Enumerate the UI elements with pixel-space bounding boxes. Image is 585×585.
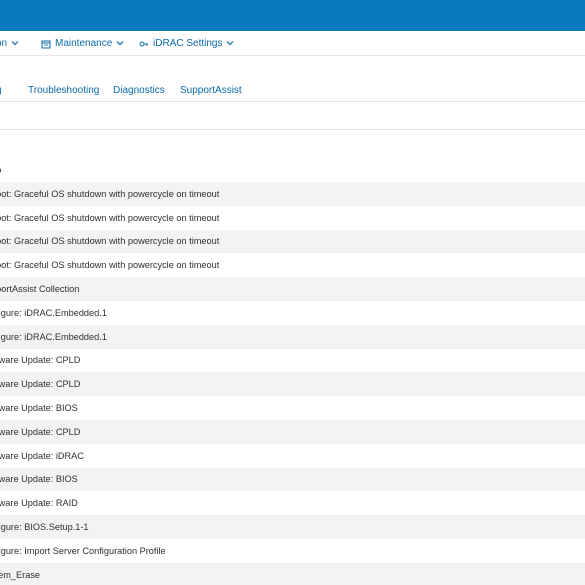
table-row[interactable]: mware Update: BIOS — [0, 467, 585, 492]
job-name: nfigure: iDRAC.Embedded.1 — [0, 307, 107, 318]
table-row[interactable]: boot: Graceful OS shutdown with powercyc… — [0, 253, 585, 277]
table-row[interactable]: boot: Graceful OS shutdown with powercyc… — [0, 229, 585, 254]
tab-diagnostics[interactable]: Diagnostics — [113, 80, 165, 100]
menu-item-idrac-settings[interactable]: iDRAC Settings — [139, 31, 234, 56]
column-header-job: o — [0, 165, 1, 176]
job-name: mware Update: CPLD — [0, 426, 81, 437]
job-name: nfigure: iDRAC.Embedded.1 — [0, 331, 107, 342]
table-row[interactable]: nfigure: iDRAC.Embedded.1 — [0, 301, 585, 325]
table-row[interactable]: mware Update: CPLD — [0, 419, 585, 444]
main-menu: on Maintenance iDRAC Settings — [0, 31, 585, 56]
table-row[interactable]: boot: Graceful OS shutdown with powercyc… — [0, 206, 585, 230]
menu-item-label: on — [0, 38, 8, 49]
table-row[interactable]: mware Update: CPLD — [0, 372, 585, 397]
table-row[interactable]: boot: Graceful OS shutdown with powercyc… — [0, 182, 585, 206]
table-row[interactable]: mware Update: iDRAC — [0, 444, 585, 468]
menu-item-maintenance[interactable]: Maintenance — [41, 31, 124, 56]
menu-item-label: Maintenance — [55, 38, 113, 49]
table-row[interactable]: stem_Erase — [0, 562, 585, 585]
job-name: mware Update: BIOS — [0, 403, 78, 414]
table-row[interactable]: mware Update: BIOS — [0, 396, 585, 420]
job-name: pportAssist Collection — [0, 284, 80, 295]
job-name: stem_Erase — [0, 569, 41, 580]
chevron-down-icon — [11, 40, 19, 45]
table-row[interactable]: pportAssist Collection — [0, 277, 585, 301]
tab-logs[interactable]: g — [0, 80, 2, 100]
top-banner — [0, 0, 585, 31]
table-row[interactable]: nfigure: BIOS.Setup.1-1 — [0, 515, 585, 539]
tab-supportassist[interactable]: SupportAssist — [180, 80, 242, 100]
job-name: mware Update: CPLD — [0, 355, 81, 366]
tab-bar: g Troubleshooting Diagnostics SupportAss… — [0, 80, 585, 100]
table-header: o — [0, 158, 585, 182]
divider — [0, 101, 585, 102]
table-row[interactable]: nfigure: iDRAC.Embedded.1 — [0, 324, 585, 349]
key-icon — [139, 41, 148, 46]
job-name: boot: Graceful OS shutdown with powercyc… — [0, 212, 220, 223]
calendar-icon — [41, 40, 51, 48]
tab-troubleshooting[interactable]: Troubleshooting — [28, 80, 99, 100]
table-row[interactable]: mware Update: CPLD — [0, 349, 585, 373]
chevron-down-icon — [227, 40, 234, 45]
job-name: nfigure: BIOS.Setup.1-1 — [0, 522, 89, 533]
job-name: mware Update: BIOS — [0, 474, 78, 485]
job-name: nfigure: Import Server Configuration Pro… — [0, 545, 166, 556]
job-queue-table: o boot: Graceful OS shutdown with powerc… — [0, 158, 585, 585]
chevron-down-icon — [116, 40, 124, 45]
menu-item-configuration[interactable]: on — [0, 31, 19, 56]
job-name: boot: Graceful OS shutdown with powercyc… — [0, 188, 220, 199]
divider — [0, 129, 585, 130]
menu-item-label: iDRAC Settings — [153, 38, 223, 49]
job-name: mware Update: RAID — [0, 498, 78, 509]
job-name: boot: Graceful OS shutdown with powercyc… — [0, 236, 220, 247]
job-name: boot: Graceful OS shutdown with powercyc… — [0, 260, 220, 271]
job-name: mware Update: CPLD — [0, 379, 81, 390]
job-name: mware Update: iDRAC — [0, 450, 84, 461]
table-row[interactable]: nfigure: Import Server Configuration Pro… — [0, 539, 585, 563]
table-row[interactable]: mware Update: RAID — [0, 491, 585, 515]
